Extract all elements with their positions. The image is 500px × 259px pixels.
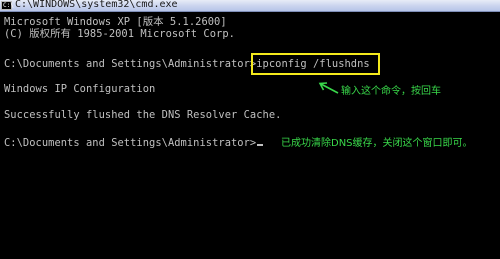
prompt-text: C:\Documents and Settings\Administrator> [4,137,257,149]
text-cursor [257,144,264,146]
enter-command-note: 输入这个命令，按回车 [341,86,441,97]
title-bar[interactable]: C:\ C:\WINDOWS\system32\cmd.exe [0,0,500,12]
console-line-version: Microsoft Windows XP [版本 5.1.2600] [4,16,227,28]
console-area[interactable]: Microsoft Windows XP [版本 5.1.2600] (C) 版… [0,12,500,259]
success-note: 已成功清除DNS缓存，关闭这个窗口即可。 [281,138,473,149]
console-line-prompt: C:\Documents and Settings\Administrator> [4,137,264,149]
cmd-window: C:\ C:\WINDOWS\system32\cmd.exe Microsof… [0,0,500,259]
arrow-icon [318,82,339,94]
command-highlight-box [251,53,380,75]
cmd-icon: C:\ [1,1,14,10]
console-line-ip-config: Windows IP Configuration [4,83,156,95]
window-title: C:\WINDOWS\system32\cmd.exe [15,0,178,10]
console-line-copyright: (C) 版权所有 1985-2001 Microsoft Corp. [4,28,235,40]
console-line-success: Successfully flushed the DNS Resolver Ca… [4,109,282,121]
